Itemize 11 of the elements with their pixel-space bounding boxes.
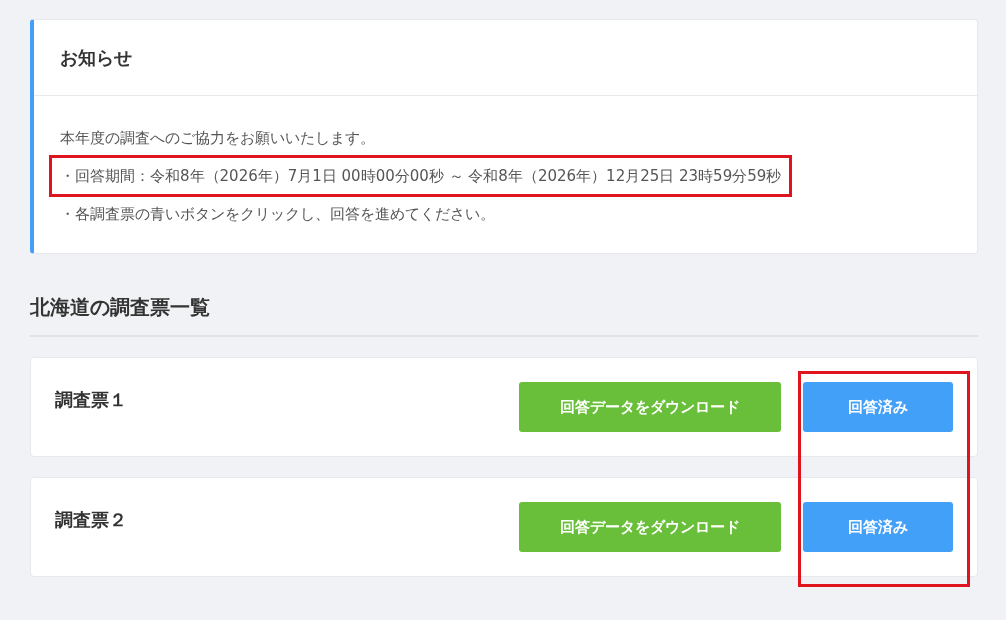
notice-text: 本年度の調査へのご協力をお願いいたします。 [60,128,375,149]
survey-name: 調査票２ [55,508,128,532]
answered-button[interactable]: 回答済み [803,502,953,552]
download-button[interactable]: 回答データをダウンロード [519,382,781,432]
notice-title: お知らせ [60,45,132,70]
answered-button[interactable]: 回答済み [803,382,953,432]
survey-name: 調査票１ [55,388,128,412]
download-button[interactable]: 回答データをダウンロード [519,502,781,552]
notice-text: ・回答期間：令和8年（2026年）7月1日 00時00分00秒 ～ 令和8年（2026年）12月25日 23時59分59秒 [60,166,782,187]
notice-text: ・各調査票の青いボタンをクリックし、回答を進めてください。 [60,204,495,225]
section-heading: 北海道の調査票一覧 [30,294,978,337]
